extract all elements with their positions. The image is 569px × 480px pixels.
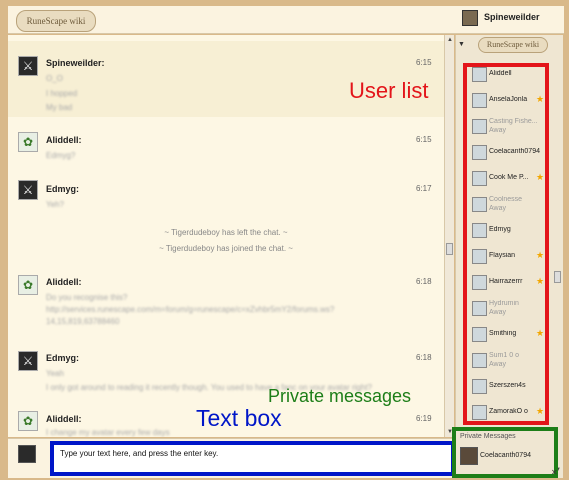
close-icon[interactable]: ✕ xyxy=(551,468,558,477)
message-time: 6:19 xyxy=(416,414,432,423)
annotation-text-box: Text box xyxy=(196,405,282,431)
message-text: I hopped xyxy=(46,89,78,98)
message-author[interactable]: Aliddell: xyxy=(46,277,82,287)
message-text: Yeh? xyxy=(46,200,64,209)
message-time: 6:18 xyxy=(416,277,432,286)
chat-message: ✿ Aliddell: 6:18 Do you recognise this? … xyxy=(8,271,444,327)
message-text: I change my avatar every few days xyxy=(46,428,170,437)
chat-window: RuneScape wiki Spineweilder ⚔ Spineweild… xyxy=(0,0,569,480)
message-author[interactable]: Edmyg: xyxy=(46,184,79,194)
scroll-grip[interactable] xyxy=(446,243,453,255)
message-text: Edmyg? xyxy=(46,151,76,160)
current-user-avatar[interactable] xyxy=(462,10,478,26)
wiki-logo[interactable]: RuneScape wiki xyxy=(478,37,548,53)
annotation-private-messages: Private messages xyxy=(268,386,412,406)
chat-header: RuneScape wiki Spineweilder xyxy=(8,6,564,34)
user-avatar[interactable]: ✿ xyxy=(18,411,38,431)
private-messages-title: Private Messages xyxy=(460,433,516,440)
message-time: 6:17 xyxy=(416,184,432,193)
chat-scrollbar[interactable]: ▲ ▼ xyxy=(444,35,454,437)
user-avatar[interactable]: ⚔ xyxy=(18,351,38,371)
message-link[interactable]: http://services.runescape.com/m=forum/g=… xyxy=(46,305,334,314)
message-input[interactable]: Type your text here, and press the enter… xyxy=(50,441,455,476)
current-user-name[interactable]: Spineweilder xyxy=(484,12,540,22)
annotation-user-list: User list xyxy=(349,78,429,103)
message-text: O_O xyxy=(46,74,63,83)
chat-message: ⚔ Edmyg: 6:17 Yeh? xyxy=(8,177,444,217)
message-text: My bad xyxy=(46,103,73,112)
user-avatar[interactable]: ✿ xyxy=(18,275,38,295)
input-bar: Type your text here, and press the enter… xyxy=(8,438,455,478)
pm-user-avatar[interactable] xyxy=(460,447,478,465)
message-author[interactable]: Spineweilder: xyxy=(46,58,105,68)
message-author[interactable]: Edmyg: xyxy=(46,353,79,363)
message-author[interactable]: Aliddell: xyxy=(46,135,82,145)
message-text: Yeah xyxy=(46,369,64,378)
my-avatar xyxy=(18,445,36,463)
chat-message: ✿ Aliddell: 6:15 Edmyg? xyxy=(8,127,444,165)
private-messages-panel: Private Messages Coelacanth0794 xyxy=(452,427,558,478)
chat-event: ~ Tigerdudeboy has joined the chat. ~ xyxy=(159,244,293,253)
message-time: 6:15 xyxy=(416,135,432,144)
pm-user-name[interactable]: Coelacanth0794 xyxy=(480,452,531,459)
user-avatar[interactable]: ⚔ xyxy=(18,56,38,76)
chevron-down-icon[interactable]: ▼ xyxy=(458,41,465,48)
message-author[interactable]: Aliddell: xyxy=(46,414,82,424)
message-time: 6:18 xyxy=(416,353,432,362)
user-list-highlight xyxy=(463,63,549,425)
message-text: Do you recognise this? xyxy=(46,293,128,302)
user-avatar[interactable]: ⚔ xyxy=(18,180,38,200)
scroll-grip[interactable] xyxy=(554,271,561,283)
scroll-up-icon[interactable]: ▲ xyxy=(447,37,453,43)
message-link[interactable]: 14,15,819,63788460 xyxy=(46,317,119,326)
message-time: 6:15 xyxy=(416,58,432,67)
user-avatar[interactable]: ✿ xyxy=(18,132,38,152)
chat-event: ~ Tigerdudeboy has left the chat. ~ xyxy=(164,228,288,237)
wiki-logo[interactable]: RuneScape wiki xyxy=(16,10,96,32)
user-list-scrollbar[interactable]: ▼ xyxy=(553,57,563,477)
